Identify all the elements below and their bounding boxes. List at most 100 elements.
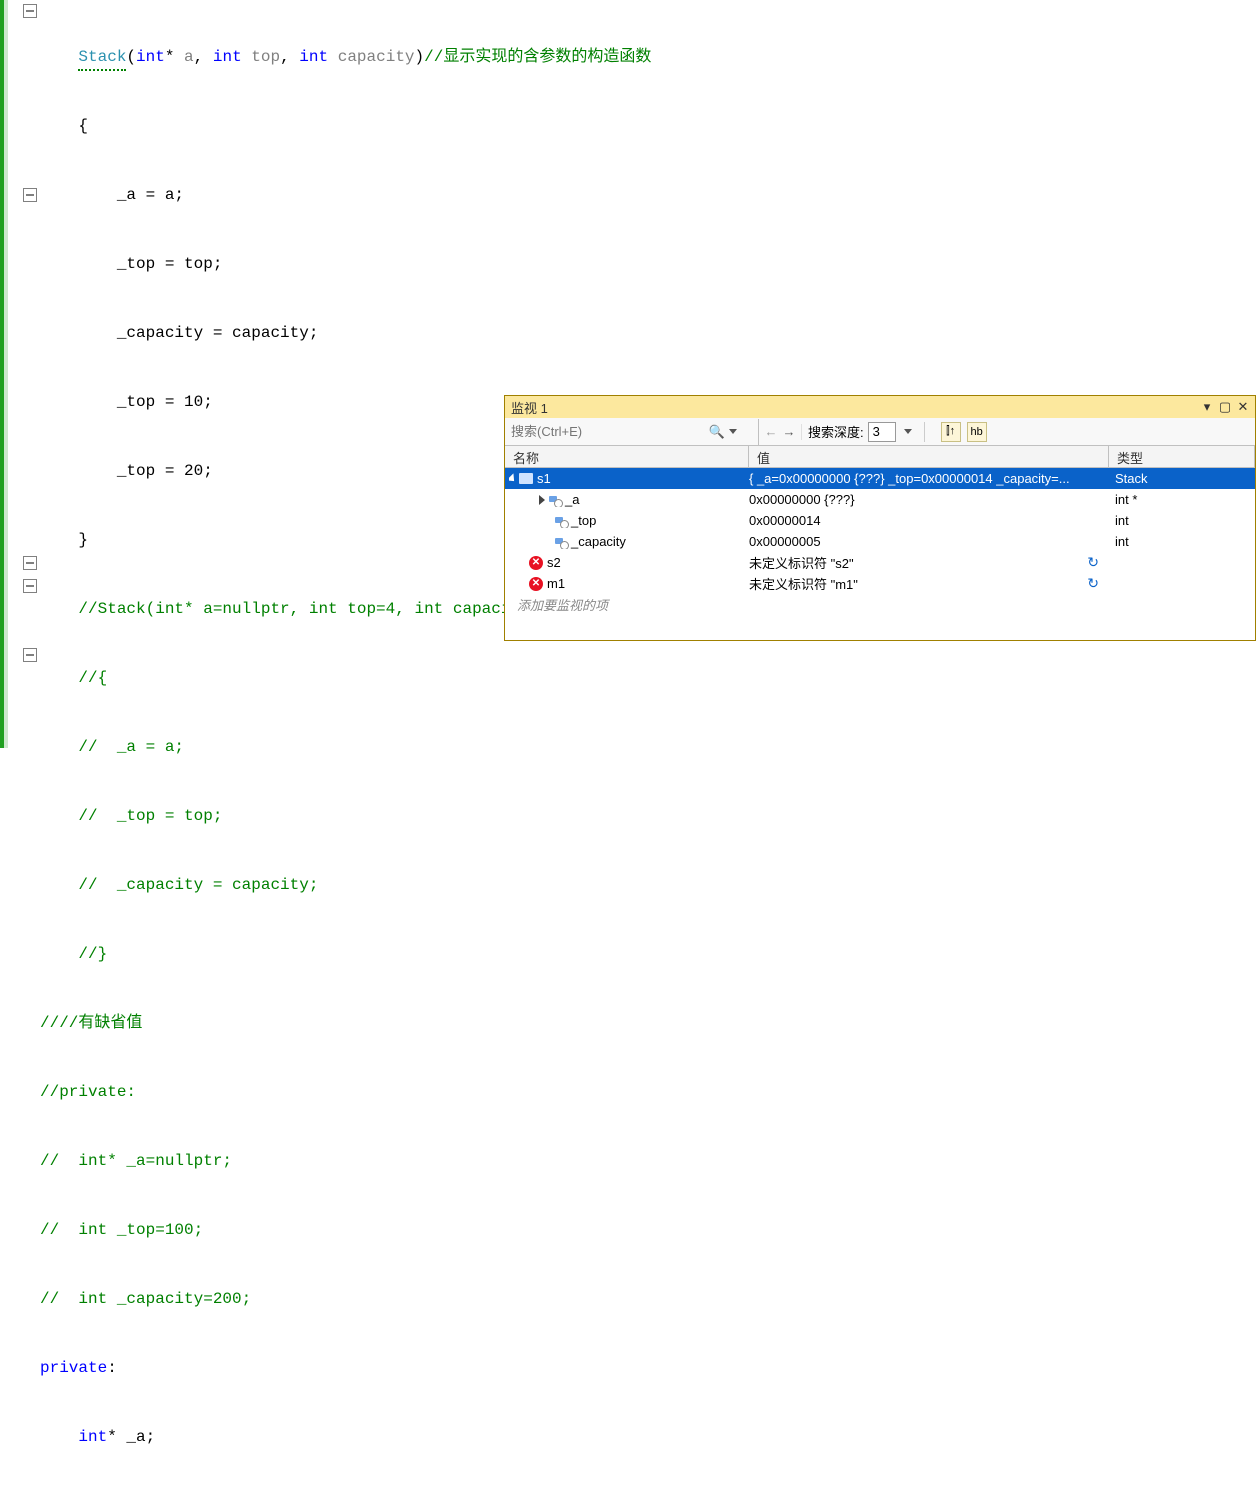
watch-name: s1 — [537, 471, 551, 486]
search-input[interactable] — [509, 421, 709, 443]
code-text: top — [251, 48, 280, 66]
code-text — [242, 48, 252, 66]
watch-body: s1 { _a=0x00000000 {???} _top=0x00000014… — [505, 468, 1255, 640]
watch-type: Stack — [1115, 471, 1148, 486]
code-text: ////有缺省值 — [40, 1014, 142, 1032]
hex-toggle-icon[interactable]: hb — [967, 422, 987, 442]
watch-value: { _a=0x00000000 {???} _top=0x00000014 _c… — [749, 471, 1070, 486]
code-text — [40, 1428, 78, 1446]
error-icon: ✕ — [529, 577, 543, 591]
code-text: capacity — [338, 48, 415, 66]
field-icon — [555, 515, 567, 527]
code-text: // int _capacity=200; — [40, 1290, 251, 1308]
watch-name: _capacity — [571, 534, 626, 549]
nav-back-icon[interactable]: ← — [763, 424, 779, 440]
watch-row-s1[interactable]: s1 { _a=0x00000000 {???} _top=0x00000014… — [505, 468, 1255, 489]
code-text: // _capacity = capacity; — [40, 876, 318, 894]
code-text: ( — [126, 48, 136, 66]
close-icon[interactable]: ✕ — [1235, 399, 1251, 415]
code-text: a — [184, 48, 194, 66]
struct-icon — [519, 473, 533, 484]
code-text: //private: — [40, 1083, 136, 1101]
watch-value: 0x00000014 — [749, 513, 821, 528]
watch-toolbar: 🔍 ← → 搜索深度: 3 ⫿↑ hb — [505, 418, 1255, 446]
code-text — [40, 48, 78, 66]
watch-type: int — [1115, 513, 1129, 528]
chevron-down-icon[interactable] — [729, 429, 737, 434]
nav-forward-icon[interactable]: → — [781, 424, 797, 440]
watch-add-item[interactable]: 添加要监视的项 — [505, 594, 1255, 615]
code-text: } — [40, 531, 88, 549]
code-text: private — [40, 1359, 107, 1377]
depth-value[interactable]: 3 — [868, 422, 896, 442]
depth-label: 搜索深度: — [808, 422, 864, 441]
code-text: _top = 20; — [40, 462, 213, 480]
field-icon — [549, 494, 561, 506]
code-text: //显示实现的含参数的构造函数 — [424, 48, 651, 66]
window-options-icon[interactable]: ▾ — [1199, 399, 1215, 415]
code-text: // int _top=100; — [40, 1221, 203, 1239]
watch-title-bar[interactable]: 监视 1 ▾ ▢ ✕ — [505, 396, 1255, 418]
code-text: _top = 10; — [40, 393, 213, 411]
code-text: { — [40, 117, 88, 135]
watch-name: s2 — [547, 555, 561, 570]
search-icon[interactable]: 🔍 — [709, 424, 725, 440]
watch-row-m1[interactable]: ✕ m1 未定义标识符 "m1" ↻ — [505, 573, 1255, 594]
code-text: _capacity = capacity; — [40, 324, 318, 342]
watch-name: _top — [571, 513, 596, 528]
code-text: //Stack(int* a=nullptr, int top=4, int c… — [78, 600, 558, 618]
watch-value: 0x00000005 — [749, 534, 821, 549]
expand-icon[interactable] — [539, 495, 545, 505]
filter-icon[interactable]: ⫿↑ — [941, 422, 961, 442]
code-text: * _a; — [107, 1428, 155, 1446]
code-text: // _a = a; — [40, 738, 184, 756]
watch-type: int * — [1115, 492, 1137, 507]
col-header-value[interactable]: 值 — [749, 446, 1109, 467]
watch-row-top[interactable]: _top 0x00000014 int — [505, 510, 1255, 531]
watch-row-capacity[interactable]: _capacity 0x00000005 int — [505, 531, 1255, 552]
fold-icon[interactable] — [23, 579, 37, 593]
watch-value: 未定义标识符 "m1" — [749, 574, 858, 593]
fold-icon[interactable] — [23, 648, 37, 662]
code-text: , — [194, 48, 213, 66]
add-item-label: 添加要监视的项 — [509, 595, 608, 614]
watch-value: 未定义标识符 "s2" — [749, 553, 854, 572]
watch-row-s2[interactable]: ✕ s2 未定义标识符 "s2" ↻ — [505, 552, 1255, 573]
fold-icon[interactable] — [23, 4, 37, 18]
col-header-name[interactable]: 名称 — [505, 446, 749, 467]
editor-gutter — [0, 0, 40, 748]
watch-columns-header[interactable]: 名称 值 类型 — [505, 446, 1255, 468]
code-text: _top = top; — [40, 255, 222, 273]
code-text: : — [107, 1359, 117, 1377]
code-text: int — [136, 48, 165, 66]
code-text: int — [213, 48, 242, 66]
watch-type: int — [1115, 534, 1129, 549]
depth-value-text: 3 — [873, 424, 880, 439]
fold-icon[interactable] — [23, 556, 37, 570]
code-text: * — [165, 48, 184, 66]
watch-panel: 监视 1 ▾ ▢ ✕ 🔍 ← → 搜索深度: 3 ⫿↑ hb 名称 值 类型 — [504, 395, 1256, 641]
search-box[interactable]: 🔍 — [505, 419, 759, 445]
code-text: //{ — [40, 669, 107, 687]
code-text: int — [78, 1428, 107, 1446]
code-text: ) — [415, 48, 425, 66]
code-text: _a = a; — [40, 186, 184, 204]
watch-row-a[interactable]: _a 0x00000000 {???} int * — [505, 489, 1255, 510]
refresh-icon[interactable]: ↻ — [1087, 575, 1099, 592]
code-text: , — [280, 48, 299, 66]
code-text: Stack — [78, 48, 126, 66]
code-text: // int* _a=nullptr; — [40, 1152, 232, 1170]
chevron-down-icon[interactable] — [904, 429, 912, 434]
code-text: // _top = top; — [40, 807, 222, 825]
watch-name: _a — [565, 492, 579, 507]
code-text: int — [299, 48, 328, 66]
maximize-icon[interactable]: ▢ — [1217, 399, 1233, 415]
watch-value: 0x00000000 {???} — [749, 492, 855, 507]
fold-icon[interactable] — [23, 188, 37, 202]
refresh-icon[interactable]: ↻ — [1087, 554, 1099, 571]
error-icon: ✕ — [529, 556, 543, 570]
expand-icon[interactable] — [509, 473, 518, 484]
watch-title: 监视 1 — [511, 398, 548, 417]
code-text — [328, 48, 338, 66]
col-header-type[interactable]: 类型 — [1109, 446, 1255, 467]
